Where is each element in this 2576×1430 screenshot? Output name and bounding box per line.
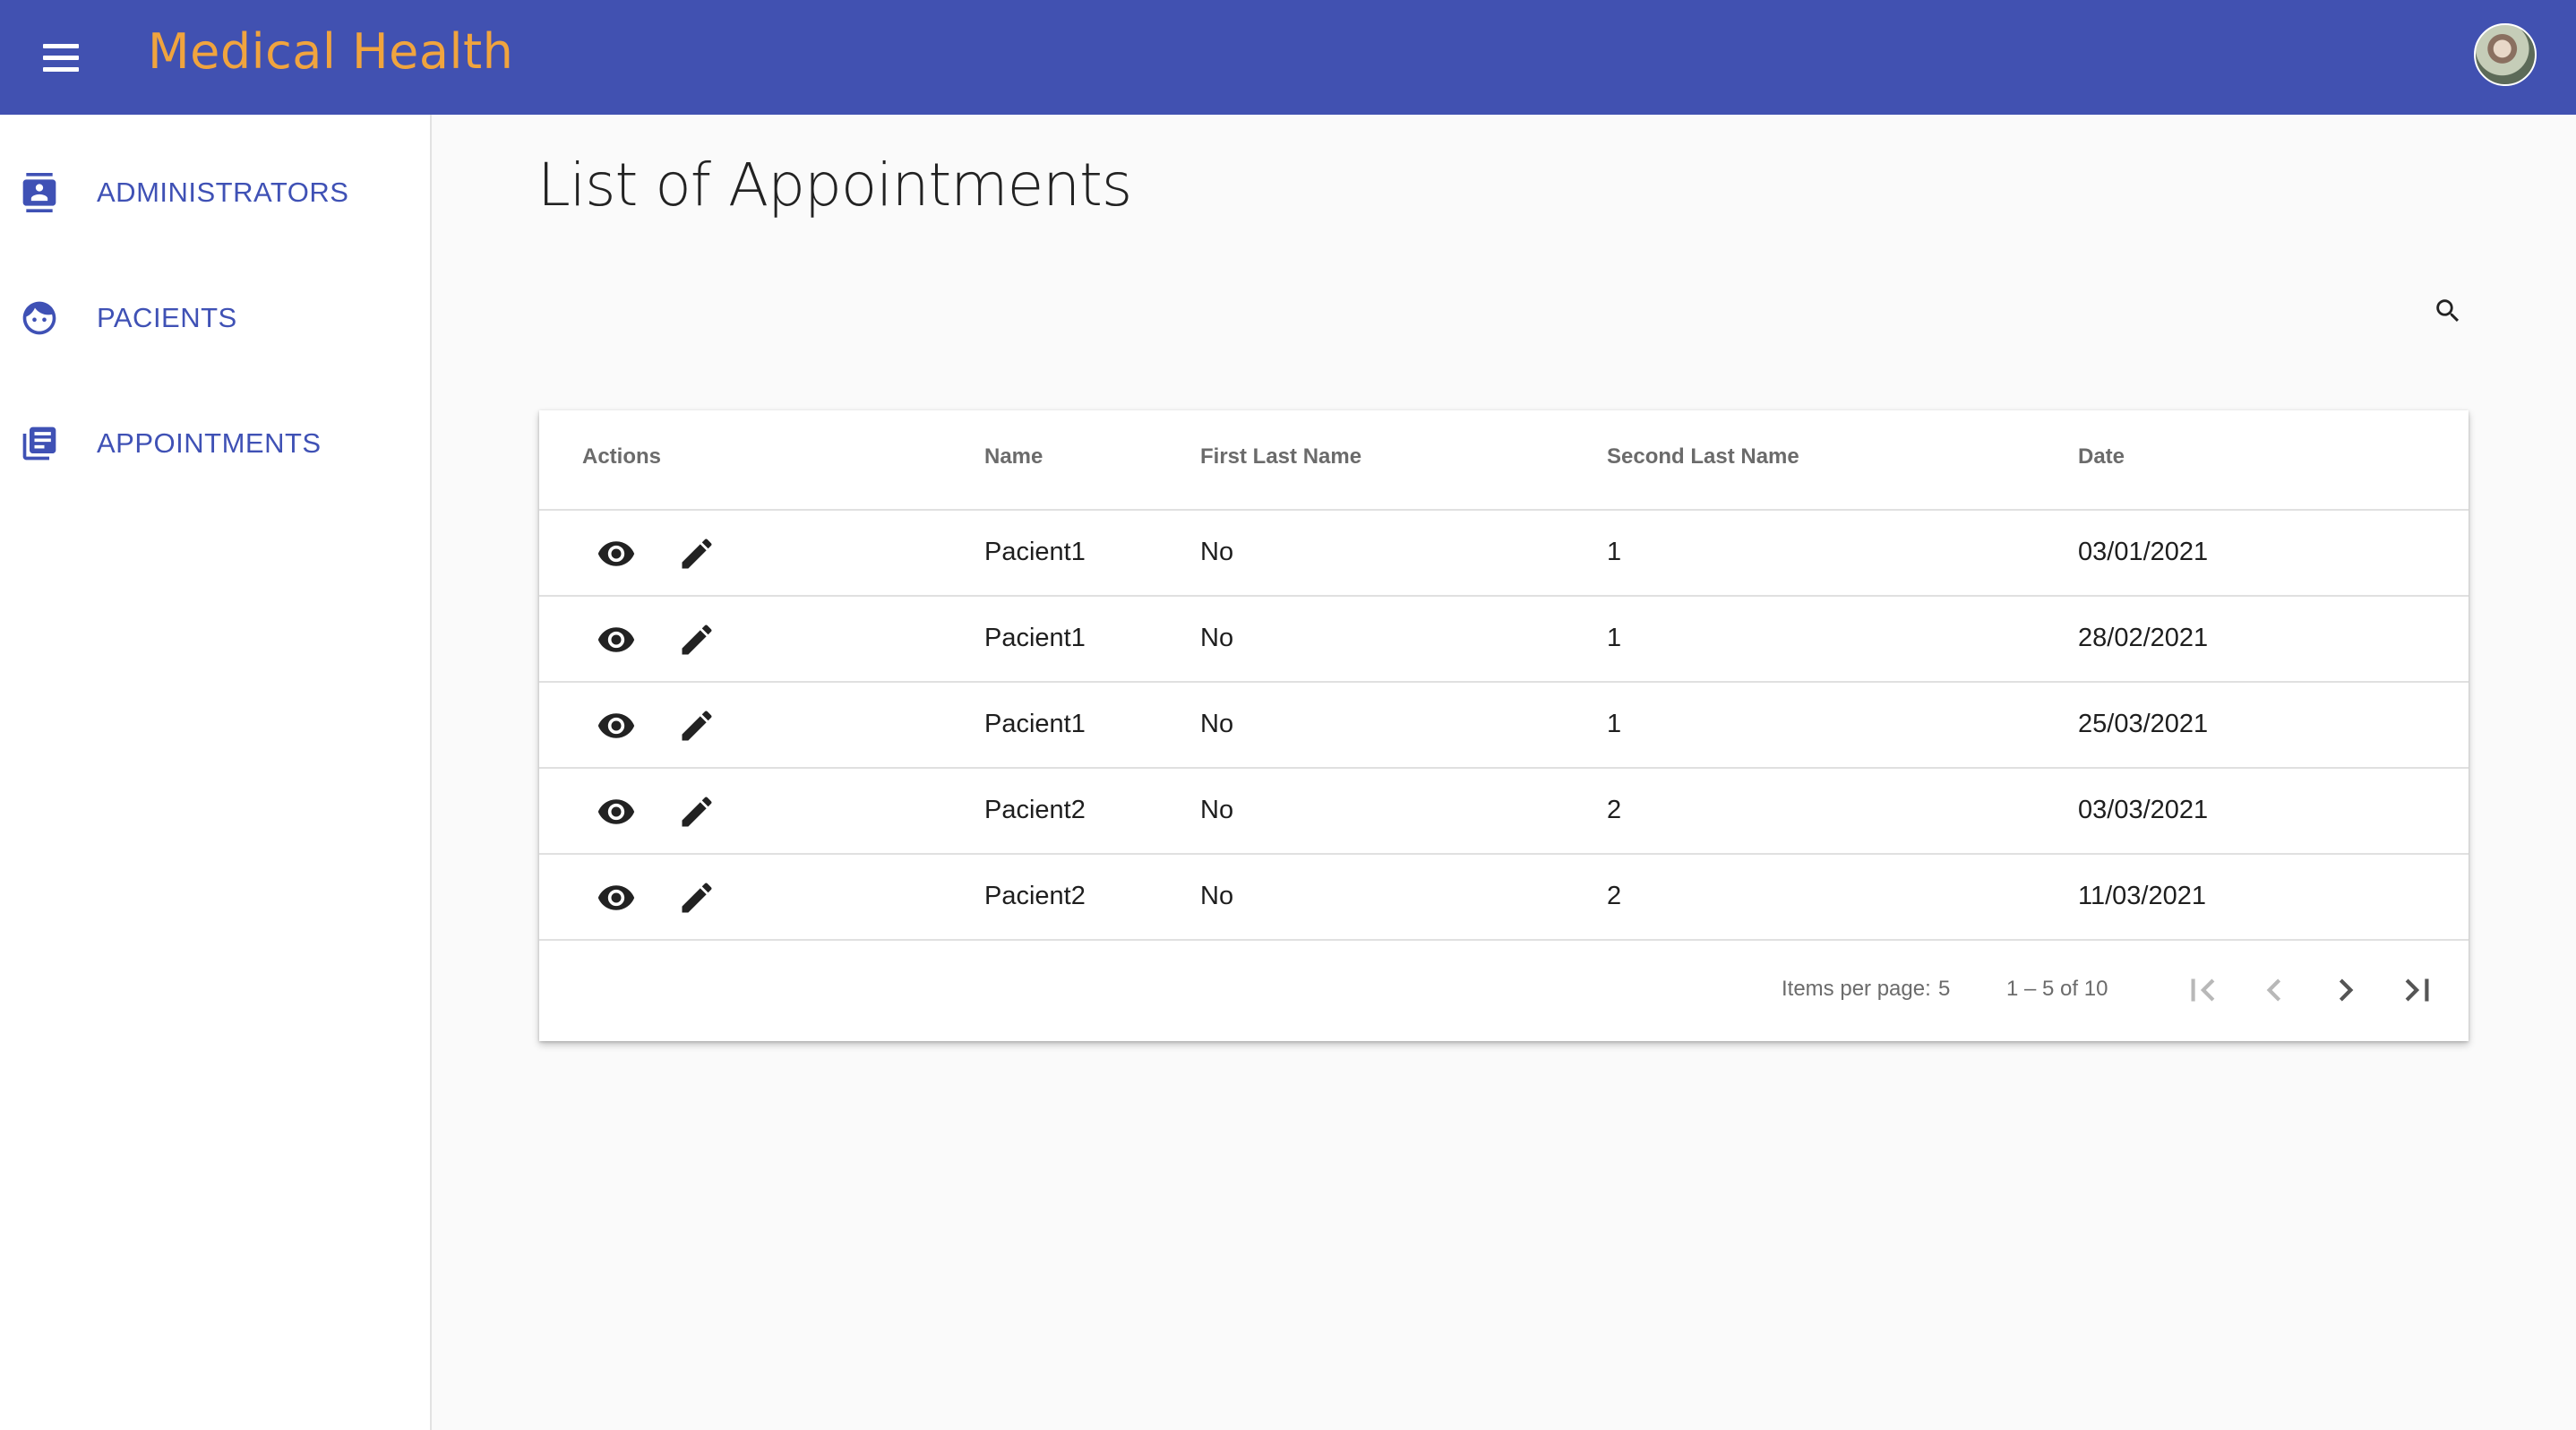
cell-first-last-name: No [1200,796,1234,824]
view-icon[interactable] [597,792,636,831]
cell-date: 25/03/2021 [2078,710,2209,738]
cell-date: 03/01/2021 [2078,538,2209,566]
cell-second-last-name: 2 [1607,882,1622,910]
column-header-first-last-name[interactable]: First Last Name [1200,444,1361,469]
first-page-icon[interactable] [2180,968,2225,1012]
contact-card-icon [22,173,56,212]
cell-name: Pacient2 [984,882,1086,910]
sidebar-item-label: PACIENTS [97,302,237,333]
view-icon[interactable] [597,620,636,659]
table-row: Pacient1 No 1 25/03/2021 [539,683,2469,769]
sidebar-item-administrators[interactable]: ADMINISTRATORS [0,152,432,233]
top-app-bar: Medical Health [0,0,2576,115]
edit-icon[interactable] [677,534,717,573]
cell-first-last-name: No [1200,710,1234,738]
paginator: Items per page: 5 1 – 5 of 10 [539,941,2469,1041]
sidebar: ADMINISTRATORS PACIENTS APPOINTMENTS [0,115,432,1430]
view-icon[interactable] [597,534,636,573]
last-page-icon[interactable] [2395,968,2440,1012]
cell-name: Pacient2 [984,796,1086,824]
app-title: Medical Health [148,23,514,80]
sidebar-item-pacients[interactable]: PACIENTS [0,278,432,358]
cell-name: Pacient1 [984,710,1086,738]
cell-first-last-name: No [1200,882,1234,910]
column-header-actions[interactable]: Actions [582,444,661,469]
column-header-name[interactable]: Name [984,444,1043,469]
edit-icon[interactable] [677,792,717,831]
cell-second-last-name: 1 [1607,624,1622,652]
edit-icon[interactable] [677,620,717,659]
search-icon[interactable] [2433,296,2463,326]
cell-second-last-name: 1 [1607,538,1622,566]
sidebar-item-appointments[interactable]: APPOINTMENTS [0,403,432,484]
items-per-page-label: Items per page: [1782,977,1931,1001]
menu-icon[interactable] [32,30,90,84]
sidebar-item-label: APPOINTMENTS [97,427,322,459]
cell-date: 11/03/2021 [2078,882,2206,910]
table-row: Pacient1 No 1 03/01/2021 [539,511,2469,597]
previous-page-icon[interactable] [2252,968,2297,1012]
face-icon [22,301,56,335]
table-row: Pacient1 No 1 28/02/2021 [539,597,2469,683]
cell-date: 28/02/2021 [2078,624,2209,652]
page-range-label: 1 – 5 of 10 [2006,977,2108,1001]
avatar[interactable] [2474,23,2537,86]
view-icon[interactable] [597,878,636,917]
cell-date: 03/03/2021 [2078,796,2209,824]
cell-name: Pacient1 [984,538,1086,566]
cell-second-last-name: 2 [1607,796,1622,824]
cell-first-last-name: No [1200,538,1234,566]
column-header-second-last-name[interactable]: Second Last Name [1607,444,1799,469]
edit-icon[interactable] [677,878,717,917]
items-per-page-select[interactable]: 5 [1938,977,1950,1002]
column-header-date[interactable]: Date [2078,444,2125,469]
sidebar-item-label: ADMINISTRATORS [97,177,349,208]
view-icon[interactable] [597,706,636,745]
next-page-icon[interactable] [2323,968,2368,1012]
edit-icon[interactable] [677,706,717,745]
appointments-table: Actions Name First Last Name Second Last… [539,410,2469,1041]
cell-second-last-name: 1 [1607,710,1622,738]
page-title: List of Appointments [537,151,1132,220]
cell-name: Pacient1 [984,624,1086,652]
table-header: Actions Name First Last Name Second Last… [539,410,2469,511]
cell-first-last-name: No [1200,624,1234,652]
library-books-icon [22,426,56,461]
table-row: Pacient2 No 2 03/03/2021 [539,769,2469,855]
table-row: Pacient2 No 2 11/03/2021 [539,855,2469,941]
